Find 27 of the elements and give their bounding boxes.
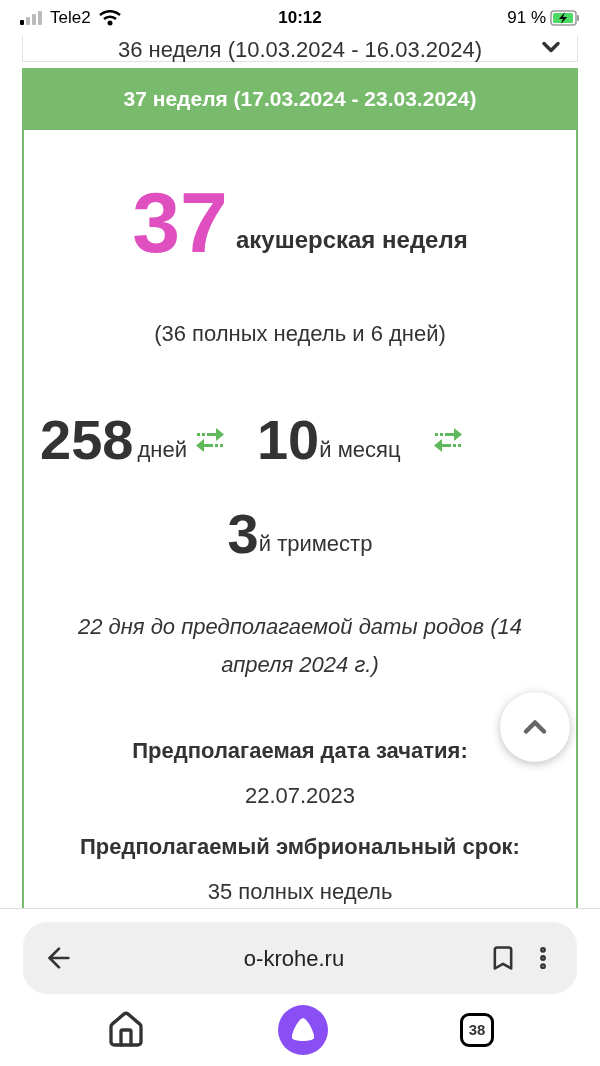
week-detail: (36 полных недель и 6 дней)	[154, 320, 446, 348]
trimester-number: 3	[227, 508, 259, 560]
trimester-unit: й триместр	[258, 530, 373, 558]
home-icon[interactable]	[106, 1010, 146, 1050]
due-date-note: 22 дня до предполагаемой даты родов (14 апреля 2024 г.)	[77, 613, 523, 679]
month-unit: й месяц	[319, 436, 401, 464]
voice-assistant-icon[interactable]	[278, 1005, 328, 1055]
battery-percent: 91 %	[507, 7, 546, 30]
scroll-to-top-button[interactable]	[500, 692, 570, 762]
month-number: 10	[256, 414, 320, 466]
clock-time: 10:12	[278, 7, 322, 30]
days-count: 258	[40, 414, 134, 466]
battery-charging-icon	[550, 10, 580, 26]
url-text[interactable]: o-krohe.ru	[99, 941, 489, 975]
wifi-icon	[98, 10, 121, 26]
signal-icon	[20, 11, 42, 25]
week-label: акушерская неделя	[235, 225, 468, 255]
week-number: 37	[132, 182, 228, 262]
week-header[interactable]: 36 неделя (10.03.2024 - 16.03.2024)	[22, 36, 578, 62]
fact-label: Предполагаемая дата зачатия:	[132, 737, 468, 765]
address-bar[interactable]: o-krohe.ru	[23, 922, 577, 994]
fact-value: 22.07.2023	[244, 782, 356, 810]
fact-value: 35 полных недель	[207, 878, 393, 906]
carrier-name: Tele2	[50, 7, 91, 30]
tabs-count-button[interactable]: 38	[460, 1013, 494, 1047]
days-unit: дней	[137, 436, 187, 464]
fact-label: Предполагаемый эмбриональный срок:	[80, 833, 520, 861]
